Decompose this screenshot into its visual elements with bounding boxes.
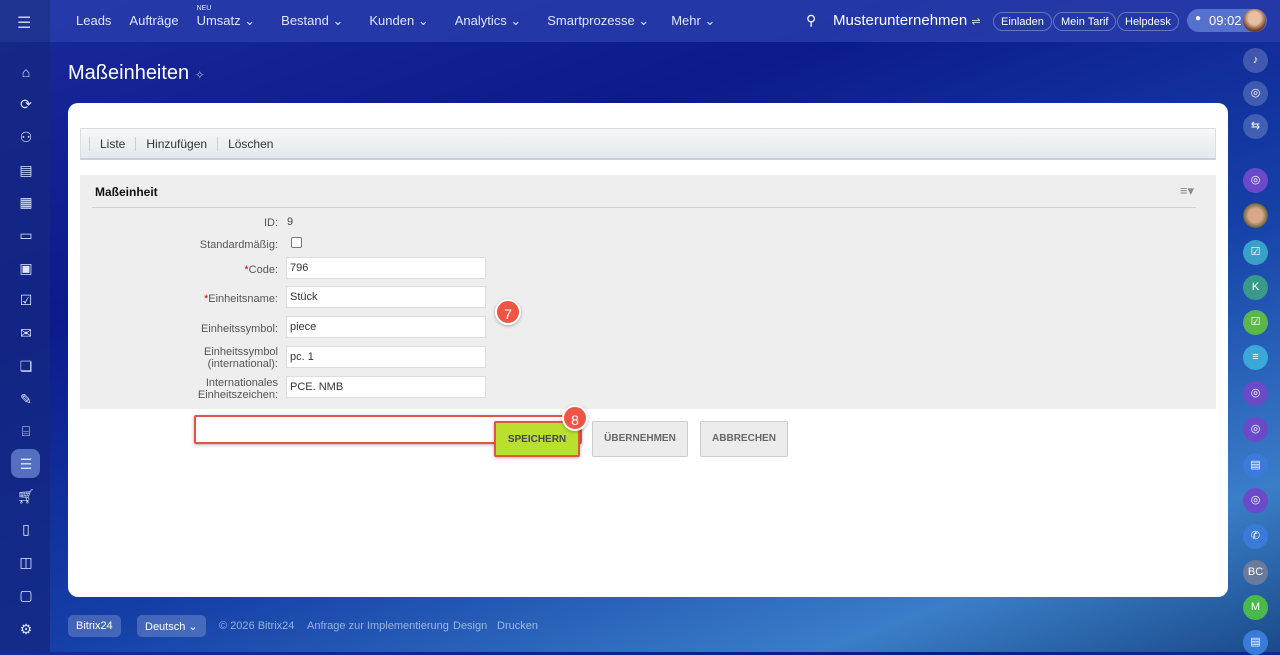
user-k-avatar[interactable]: K (1243, 275, 1268, 300)
user-avatar-icon[interactable] (1243, 203, 1268, 228)
apps-icon[interactable]: ◫ (17, 553, 35, 571)
file-icon[interactable]: ▯ (17, 520, 35, 538)
plan-button[interactable]: Mein Tarif (1053, 12, 1117, 31)
chat-icon[interactable]: ❏ (17, 357, 35, 375)
id-label: ID: (263, 217, 278, 229)
bitrix24-button[interactable]: Bitrix24 (68, 615, 121, 637)
contacts-icon[interactable]: ⚇ (17, 128, 35, 146)
home-icon[interactable]: ⌂ (17, 63, 35, 81)
task-chat-icon-2[interactable]: ☑ (1243, 310, 1268, 335)
filter-icon[interactable]: ☰ (17, 455, 35, 473)
nav-analytics[interactable]: Analytics ⌄ (455, 13, 522, 29)
phone-icon[interactable]: ✆ (1243, 524, 1268, 549)
section-title: Maßeinheit (95, 185, 158, 199)
design-link[interactable]: Design (453, 620, 487, 642)
code-input[interactable] (286, 257, 486, 279)
top-nav: Leads Aufträge NEU Umsatz ⌄ Bestand ⌄ Kun… (76, 5, 733, 29)
symbol-intl-input[interactable] (286, 346, 486, 368)
intl-label: Internationales Einheitszeichen: (197, 377, 278, 401)
user-bc-avatar[interactable]: BC (1243, 560, 1268, 585)
documents-icon[interactable]: ▤ (17, 161, 35, 179)
page-title: Maßeinheiten ✧ (68, 62, 205, 84)
copilot-icon[interactable]: ◎ (1243, 81, 1268, 106)
language-select[interactable]: Deutsch ⌄ (137, 615, 206, 637)
task-chat-icon[interactable]: ☑ (1243, 240, 1268, 265)
nav-orders[interactable]: Aufträge (129, 13, 178, 29)
tasks-icon[interactable]: ☑ (17, 291, 35, 309)
messenger-icon[interactable]: ⇆ (1243, 114, 1268, 139)
menu-icon[interactable]: ≡▾ (1180, 183, 1194, 199)
menu-icon[interactable]: ☰ (17, 13, 31, 33)
invite-button[interactable]: Einladen (993, 12, 1052, 31)
sign-icon[interactable]: ✎ (17, 390, 35, 408)
clock-icon: ● (1195, 13, 1202, 24)
apply-button[interactable]: ÜBERNEHMEN (592, 421, 688, 457)
intl-input[interactable] (286, 376, 486, 398)
menu-area: ☰ (0, 0, 50, 42)
chat-avatar-icon[interactable]: ◎ (1243, 168, 1268, 193)
chat-avatar-icon-2[interactable]: ◎ (1243, 381, 1268, 406)
implementation-link[interactable]: Anfrage zur Implementierung (307, 620, 449, 642)
step-badge-8: 8 (562, 405, 588, 431)
warehouse-icon[interactable]: ⌸ (17, 422, 35, 440)
add-button[interactable]: Hinzufügen (135, 136, 217, 151)
default-checkbox[interactable] (291, 237, 302, 248)
contact-card-icon-2[interactable]: ▤ (1243, 630, 1268, 655)
unit-form: Maßeinheit ≡▾ ID: 9 Standardmäßig: *Code… (80, 175, 1216, 409)
name-label: *Einheitsname: (204, 293, 278, 305)
gear-icon[interactable]: ⚙ (17, 620, 35, 638)
company-name[interactable]: Musterunternehmen ⇌ (833, 12, 981, 29)
nav-smart-processes[interactable]: Smartprozesse ⌄ (547, 13, 649, 29)
symbol-label: Einheitssymbol: (200, 323, 278, 335)
comment-icon[interactable]: ≡ (1243, 345, 1268, 370)
settings-icon: ⇌ (971, 16, 981, 28)
symbol-intl-label: Einheitssymbol (international): (204, 346, 278, 370)
contact-card-icon[interactable]: ▤ (1243, 453, 1268, 478)
search-icon[interactable]: ⚲ (806, 12, 816, 29)
contact-center-icon[interactable]: ▣ (17, 259, 35, 277)
list-button[interactable]: Liste (89, 136, 135, 151)
name-input[interactable] (286, 286, 486, 308)
id-value: 9 (287, 216, 294, 228)
content-card: Liste Hinzufügen Löschen Maßeinheit ≡▾ I… (68, 103, 1228, 597)
default-label: Standardmäßig: (199, 239, 278, 251)
code-label: *Code: (244, 264, 278, 276)
avatar[interactable] (1243, 9, 1266, 32)
nav-sales[interactable]: NEU Umsatz ⌄ (197, 5, 256, 29)
cart-icon[interactable]: 🛒︎ (17, 487, 35, 505)
mail-icon[interactable]: ✉ (17, 324, 35, 342)
drive-icon[interactable]: ▭ (17, 226, 35, 244)
nav-more[interactable]: Mehr ⌄ (671, 13, 715, 29)
user-m-avatar[interactable]: M (1243, 595, 1268, 620)
nav-inventory[interactable]: Bestand ⌄ (281, 13, 343, 29)
left-sidebar: ⌂ ⟳ ⚇ ▤ ▦ ▭ ▣ ☑ ✉ ❏ ✎ ⌸ ☰ 🛒︎ ▯ ◫ ▢ ⚙ (0, 42, 50, 652)
divider (92, 207, 1196, 208)
nav-leads[interactable]: Leads (76, 13, 111, 29)
crm-icon[interactable]: ⟳ (17, 95, 35, 113)
toolbar: Liste Hinzufügen Löschen (80, 128, 1216, 160)
cancel-button[interactable]: ABBRECHEN (700, 421, 788, 457)
nav-customers[interactable]: Kunden ⌄ (369, 13, 428, 29)
calendar-icon[interactable]: ▦ (17, 193, 35, 211)
delete-button[interactable]: Löschen (217, 136, 283, 151)
symbol-input[interactable] (286, 316, 486, 338)
bell-icon[interactable]: ♪ (1243, 48, 1268, 73)
sites-icon[interactable]: ▢ (17, 586, 35, 604)
pin-icon[interactable]: ✧ (195, 68, 205, 82)
print-link[interactable]: Drucken (497, 620, 538, 642)
copyright: © 2026 Bitrix24 (219, 620, 295, 632)
helpdesk-button[interactable]: Helpdesk (1117, 12, 1179, 31)
chat-avatar-icon-3[interactable]: ◎ (1243, 417, 1268, 442)
new-badge: NEU (196, 5, 212, 12)
chat-avatar-icon-4[interactable]: ◎ (1243, 488, 1268, 513)
step-badge-7: 7 (495, 299, 521, 325)
